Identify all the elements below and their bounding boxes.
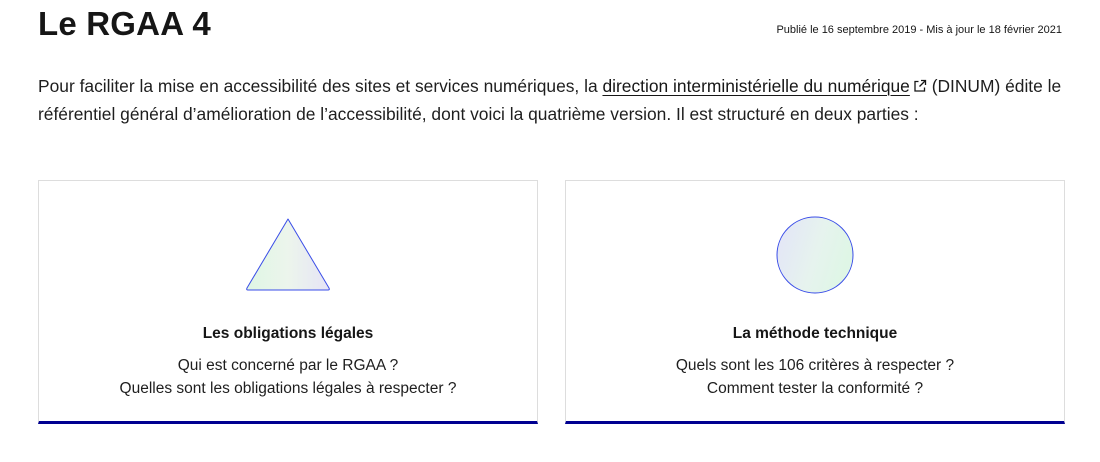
dinum-link-label: direction interministérielle du numériqu… xyxy=(602,76,910,96)
intro-paragraph: Pour faciliter la mise en accessibilité … xyxy=(38,72,1068,128)
card-description: Qui est concerné par le RGAA ? Quelles s… xyxy=(39,354,537,400)
card-description-line: Qui est concerné par le RGAA ? xyxy=(177,357,399,374)
card-description-line: Quels sont les 106 critères à respecter … xyxy=(675,357,955,374)
card-description-line: Comment tester la conformité ? xyxy=(706,380,924,397)
card-obligations-legales[interactable]: Les obligations légales Qui est concerné… xyxy=(38,180,538,424)
publication-date: Publié le 16 septembre 2019 - Mis à jour… xyxy=(776,24,1062,36)
triangle-icon xyxy=(246,218,330,291)
page-title: Le RGAA 4 xyxy=(38,5,211,42)
card-title: La méthode technique xyxy=(732,325,898,342)
card-methode-technique[interactable]: La méthode technique Quels sont les 106 … xyxy=(565,180,1065,424)
card-title: Les obligations légales xyxy=(202,325,374,342)
external-link-icon xyxy=(914,79,927,92)
card-description: Quels sont les 106 critères à respecter … xyxy=(566,354,1064,400)
circle-icon xyxy=(776,216,854,294)
card-description-line: Quelles sont les obligations légales à r… xyxy=(119,380,457,397)
dinum-link[interactable]: direction interministérielle du numériqu… xyxy=(602,76,909,96)
intro-text-before: Pour faciliter la mise en accessibilité … xyxy=(38,76,603,96)
